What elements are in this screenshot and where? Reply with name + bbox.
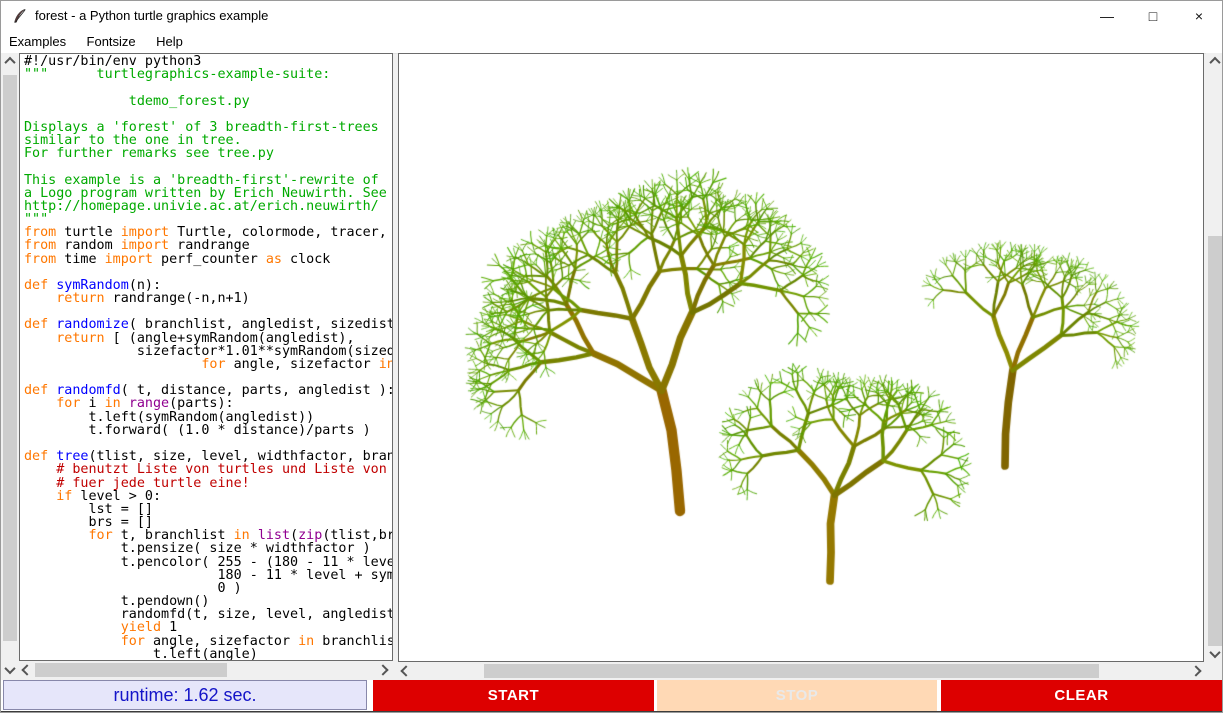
app-window: forest - a Python turtle graphics exampl… (0, 0, 1223, 713)
window-title: forest - a Python turtle graphics exampl… (35, 8, 268, 23)
code-vertical-scrollbar[interactable] (1, 53, 19, 661)
canvas-horizontal-scrollbar[interactable] (398, 663, 1204, 679)
stop-button[interactable]: STOP (657, 680, 937, 711)
code-horizontal-scrollbar[interactable] (19, 662, 391, 678)
maximize-button[interactable]: □ (1130, 1, 1176, 31)
runtime-label: runtime: 1.62 sec. (3, 680, 367, 710)
turtle-graphics-area (398, 53, 1204, 662)
scroll-up-arrow-icon[interactable] (2, 53, 18, 69)
code-editor[interactable]: #!/usr/bin/env python3""" turtlegraphics… (19, 53, 393, 661)
code-lines: #!/usr/bin/env python3""" turtlegraphics… (24, 55, 392, 661)
canvas-vertical-scrollbar[interactable] (1206, 53, 1223, 662)
feather-app-icon (12, 8, 28, 24)
menu-fontsize[interactable]: Fontsize (79, 31, 144, 49)
title-bar: forest - a Python turtle graphics exampl… (1, 1, 1222, 31)
code-line: for angle, sizefactor in branchlist ] (24, 358, 392, 371)
clear-button[interactable]: CLEAR (941, 680, 1222, 711)
bottom-bar: runtime: 1.62 sec. START STOP CLEAR (1, 680, 1222, 712)
code-line: """ turtlegraphics-example-suite: (24, 68, 392, 81)
canvas-scroll-up-arrow-icon[interactable] (1207, 53, 1223, 69)
canvas-scroll-down-arrow-icon[interactable] (1207, 646, 1223, 662)
menu-bar: Examples Fontsize Help (1, 31, 1222, 54)
code-vscroll-thumb[interactable] (3, 75, 17, 641)
menu-help[interactable]: Help (148, 31, 191, 49)
turtle-canvas (399, 54, 1203, 661)
window-controls: — □ × (1084, 1, 1222, 31)
start-button[interactable]: START (373, 680, 654, 711)
scroll-right-arrow-icon[interactable] (375, 662, 391, 678)
code-line: http://homepage.univie.ac.at/erich.neuwi… (24, 200, 392, 213)
minimize-button[interactable]: — (1084, 1, 1130, 31)
canvas-scroll-left-arrow-icon[interactable] (398, 663, 414, 679)
code-hscroll-thumb[interactable] (35, 663, 227, 677)
scroll-down-arrow-icon[interactable] (2, 662, 18, 678)
close-button[interactable]: × (1176, 1, 1222, 31)
canvas-vscroll-thumb[interactable] (1208, 236, 1222, 646)
code-line: return randrange(-n,n+1) (24, 292, 392, 305)
canvas-hscroll-thumb[interactable] (484, 664, 1099, 678)
code-line: tdemo_forest.py (24, 95, 392, 108)
code-line: For further remarks see tree.py (24, 147, 392, 160)
code-line: t.forward( (1.0 * distance)/parts ) (24, 424, 392, 437)
menu-examples[interactable]: Examples (1, 31, 74, 49)
canvas-scroll-right-arrow-icon[interactable] (1188, 663, 1204, 679)
scroll-left-arrow-icon[interactable] (19, 662, 35, 678)
code-line: from time import perf_counter as clock (24, 253, 392, 266)
